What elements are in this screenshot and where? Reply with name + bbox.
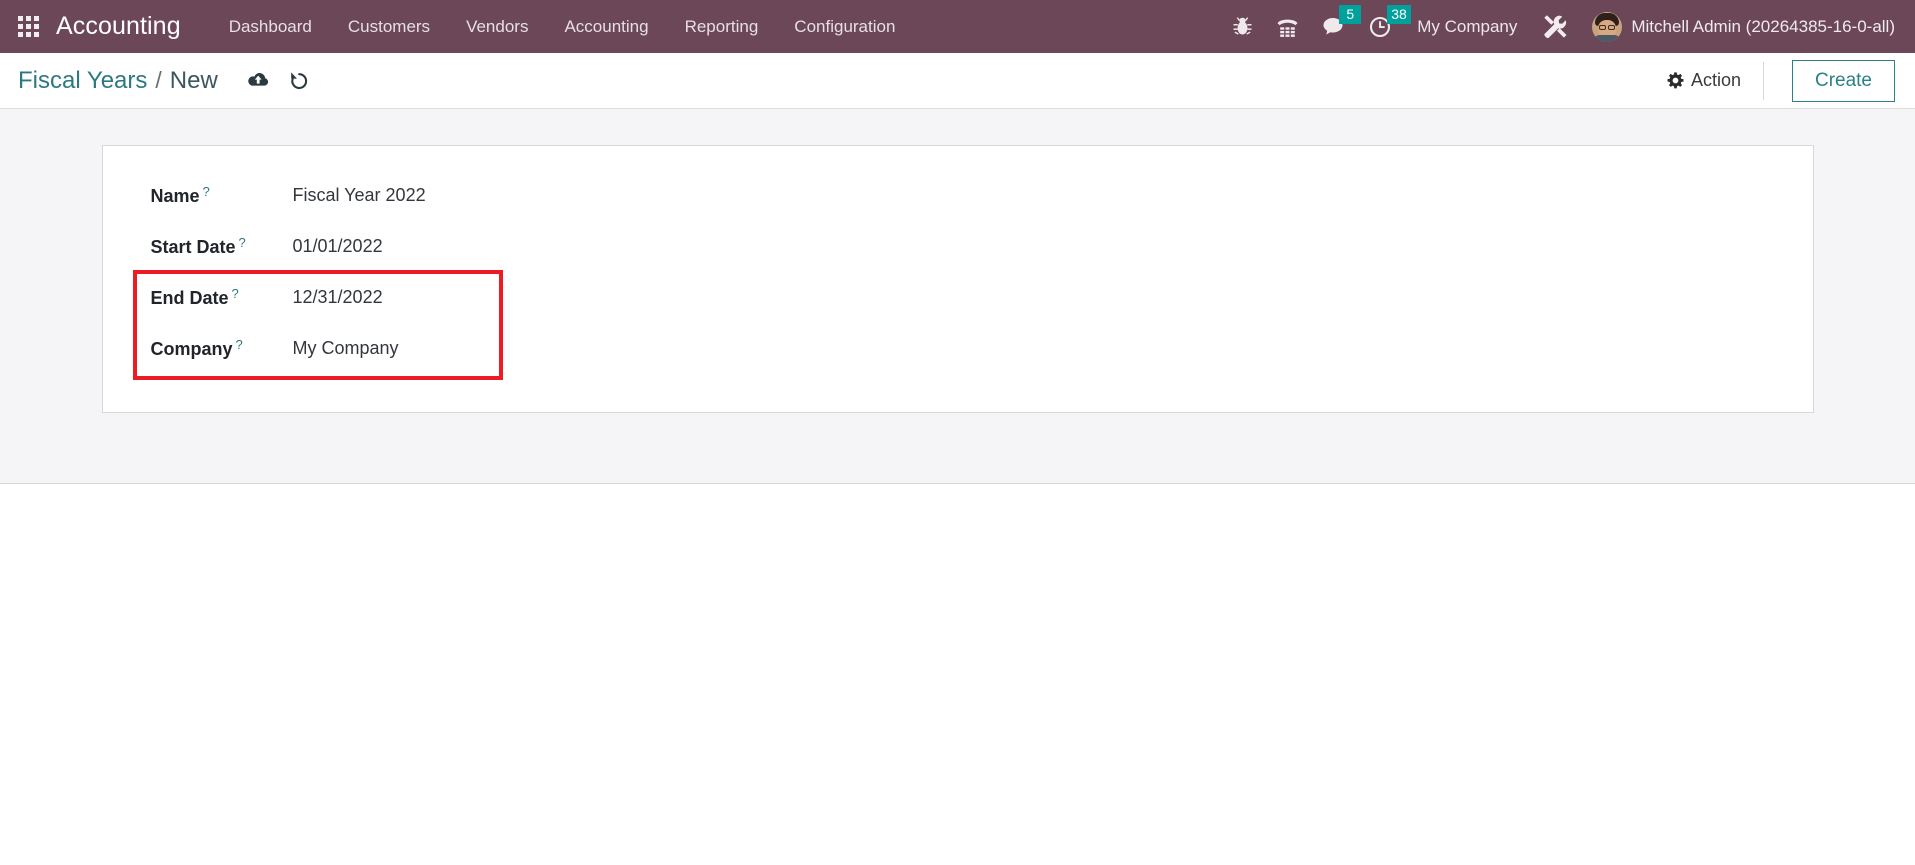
form-sheet: Name? Fiscal Year 2022 Start Date? 01/01… [101, 145, 1814, 413]
action-menu-button[interactable]: Action [1649, 70, 1759, 91]
avatar [1592, 11, 1623, 42]
field-tooltip-company[interactable]: ? [236, 337, 243, 352]
apps-menu-button[interactable] [8, 7, 48, 47]
breadcrumb: Fiscal Years / New [18, 67, 218, 95]
field-label-start-date: Start Date [150, 237, 236, 258]
field-tooltip-start-date[interactable]: ? [239, 235, 246, 250]
field-value-name-cell: Fiscal Year 2022 [265, 170, 426, 221]
breadcrumb-separator: / [155, 67, 162, 93]
menu-item-customers[interactable]: Customers [330, 0, 448, 53]
discard-record-button[interactable] [279, 71, 319, 91]
voip-dialpad-button[interactable] [1264, 0, 1311, 53]
control-panel-divider [1762, 61, 1764, 100]
control-panel: Fiscal Years / New Action Create [0, 53, 1915, 109]
save-record-button[interactable] [238, 71, 279, 90]
field-value-name[interactable]: Fiscal Year 2022 [293, 185, 426, 205]
menu-item-accounting[interactable]: Accounting [546, 0, 666, 53]
dialpad-icon [1277, 19, 1298, 37]
field-value-company[interactable]: My Company [293, 338, 399, 358]
field-value-start-date[interactable]: 01/01/2022 [293, 236, 383, 256]
messaging-menu-button[interactable]: 5 [1311, 0, 1362, 53]
field-label-end-date: End Date [150, 288, 229, 309]
breadcrumb-item-fiscal-years[interactable]: Fiscal Years [18, 67, 147, 95]
field-tooltip-end-date[interactable]: ? [232, 286, 239, 301]
field-label-name-cell: Name? [129, 170, 265, 221]
field-tooltip-name[interactable]: ? [203, 184, 210, 199]
field-value-end-date[interactable]: 12/31/2022 [293, 287, 383, 307]
undo-icon [291, 71, 307, 89]
menu-item-dashboard[interactable]: Dashboard [211, 0, 330, 53]
apps-grid-icon [17, 16, 39, 37]
menu-item-configuration[interactable]: Configuration [776, 0, 913, 53]
activities-counter-badge: 38 [1387, 5, 1411, 24]
tools-icon [1544, 15, 1567, 39]
field-label-start-date-cell: Start Date? [129, 221, 265, 272]
activity-menu-button[interactable]: 38 [1357, 0, 1411, 53]
field-label-name: Name [150, 186, 200, 207]
field-value-company-cell: My Company [265, 323, 426, 374]
cloud-upload-icon [248, 73, 268, 86]
page-empty-area [0, 484, 1915, 865]
field-value-end-date-cell: 12/31/2022 [265, 272, 426, 323]
breadcrumb-item-new: New [169, 66, 218, 94]
record-actions [238, 71, 319, 91]
company-switcher[interactable]: My Company [1403, 17, 1531, 37]
field-row-company: Company? My Company [129, 323, 426, 374]
action-menu-label: Action [1690, 70, 1741, 90]
field-label-end-date-cell: End Date? [129, 272, 265, 323]
user-menu[interactable]: Mitchell Admin (20264385-16-0-all) [1580, 11, 1901, 42]
debug-menu-button[interactable] [1221, 0, 1264, 53]
create-button[interactable]: Create [1791, 59, 1895, 102]
systray: 5 38 My Company Mitchell Admin (20264385… [1221, 0, 1901, 53]
form-fields-table: Name? Fiscal Year 2022 Start Date? 01/01… [129, 170, 426, 374]
menu-item-vendors[interactable]: Vendors [448, 0, 546, 53]
field-label-company: Company [150, 339, 233, 360]
bug-icon [1233, 17, 1252, 35]
field-row-end-date: End Date? 12/31/2022 [129, 272, 426, 323]
field-label-company-cell: Company? [129, 323, 265, 374]
menu-item-reporting[interactable]: Reporting [667, 0, 777, 53]
field-value-start-date-cell: 01/01/2022 [265, 221, 426, 272]
gear-icon [1667, 72, 1684, 89]
top-navbar: Accounting Dashboard Customers Vendors A… [0, 0, 1915, 53]
user-name-label: Mitchell Admin (20264385-16-0-all) [1631, 16, 1895, 36]
main-menu: Dashboard Customers Vendors Accounting R… [211, 0, 914, 53]
field-row-name: Name? Fiscal Year 2022 [129, 170, 426, 221]
developer-tools-button[interactable] [1531, 0, 1580, 53]
app-brand-accounting[interactable]: Accounting [56, 12, 181, 41]
form-view-area: Name? Fiscal Year 2022 Start Date? 01/01… [0, 109, 1915, 484]
field-row-start-date: Start Date? 01/01/2022 [129, 221, 426, 272]
control-panel-right: Action Create [1649, 53, 1895, 108]
